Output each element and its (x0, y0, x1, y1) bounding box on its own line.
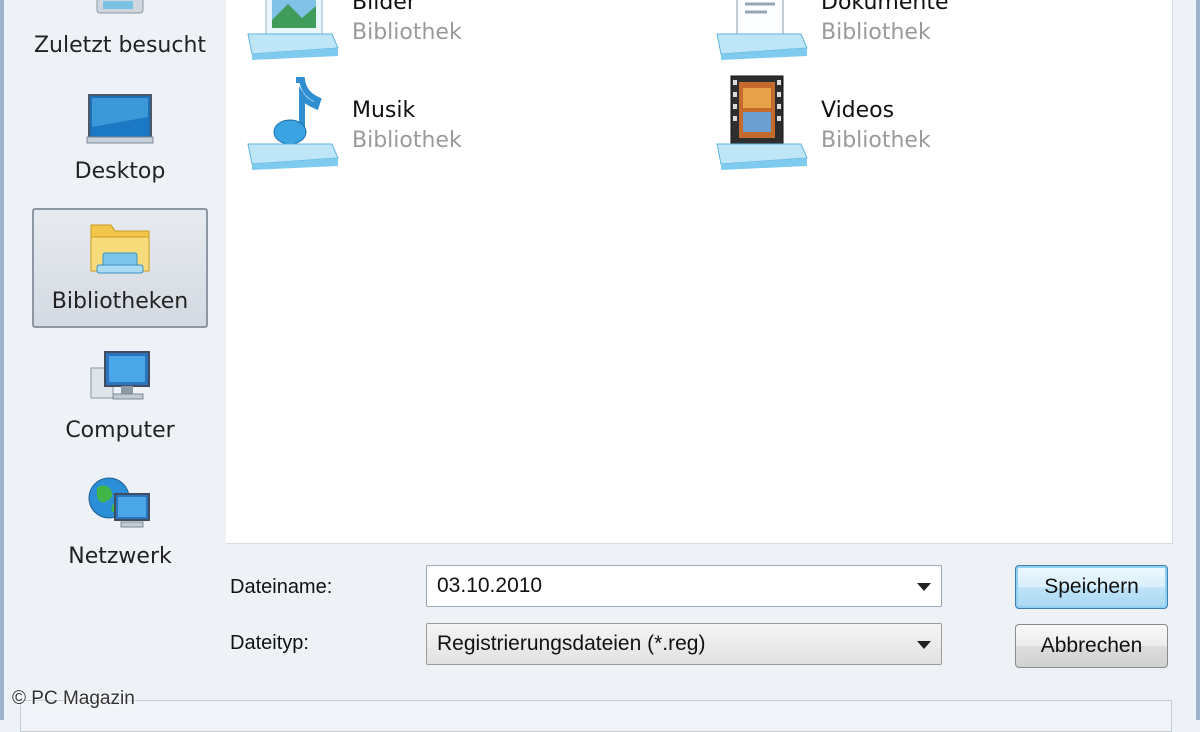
filetype-value: Registrierungsdateien (*.reg) (437, 632, 706, 655)
cancel-button[interactable]: Abbrechen (1015, 624, 1168, 668)
library-item-pictures[interactable]: Bilder Bibliothek (230, 0, 650, 70)
library-item-music[interactable]: Musik Bibliothek (230, 70, 650, 180)
pictures-library-icon (238, 0, 342, 64)
libraries-icon (85, 217, 155, 279)
window-frame-left (0, 0, 4, 720)
library-item-documents[interactable]: Dokumente Bibliothek (699, 0, 1119, 70)
sidebar-item-libraries[interactable]: Bibliotheken (32, 208, 208, 328)
filename-input[interactable]: 03.10.2010 (437, 574, 542, 598)
filename-label: Dateiname: (230, 576, 333, 598)
window-frame-right (1196, 0, 1200, 720)
library-type: Bibliothek (821, 128, 931, 153)
library-type: Bibliothek (352, 20, 462, 45)
filetype-label: Dateityp: (230, 632, 309, 654)
desktop-icon (85, 87, 155, 149)
sidebar-item-computer[interactable]: Computer (32, 335, 208, 455)
save-button[interactable]: Speichern (1015, 565, 1168, 609)
recent-places-icon (85, 0, 155, 23)
library-item-videos[interactable]: Videos Bibliothek (699, 70, 1119, 180)
filename-combobox[interactable]: 03.10.2010 (426, 565, 942, 607)
library-type: Bibliothek (352, 128, 462, 153)
sidebar-item-network[interactable]: Netzwerk (32, 461, 208, 581)
library-name: Bilder (352, 0, 416, 15)
sidebar-item-label: Zuletzt besucht (33, 33, 207, 58)
hide-folders-strip (20, 700, 1172, 732)
sidebar-item-label: Bibliotheken (51, 289, 189, 314)
filetype-select[interactable]: Registrierungsdateien (*.reg) (426, 623, 942, 665)
sidebar-item-label: Computer (65, 418, 175, 443)
chevron-down-icon[interactable] (917, 583, 931, 591)
sidebar-item-label: Desktop (74, 159, 166, 184)
library-type: Bibliothek (821, 20, 931, 45)
videos-library-icon (707, 70, 811, 174)
watermark-text: © PC Magazin (12, 688, 135, 709)
sidebar-item-recent-places[interactable]: Zuletzt besucht (32, 0, 208, 70)
file-list-view[interactable]: Bilder Bibliothek Dokumente Bibliothek M… (226, 0, 1173, 544)
documents-library-icon (707, 0, 811, 64)
library-name: Videos (821, 98, 895, 123)
navigation-sidebar: Zuletzt besucht Desktop Bibliotheken Com… (10, 0, 230, 700)
library-name: Musik (352, 98, 416, 123)
music-library-icon (238, 70, 342, 174)
network-icon (85, 472, 155, 534)
library-name: Dokumente (821, 0, 949, 15)
sidebar-item-desktop[interactable]: Desktop (32, 76, 208, 196)
sidebar-item-label: Netzwerk (68, 544, 172, 569)
computer-icon (85, 346, 155, 408)
chevron-down-icon[interactable] (917, 641, 931, 649)
